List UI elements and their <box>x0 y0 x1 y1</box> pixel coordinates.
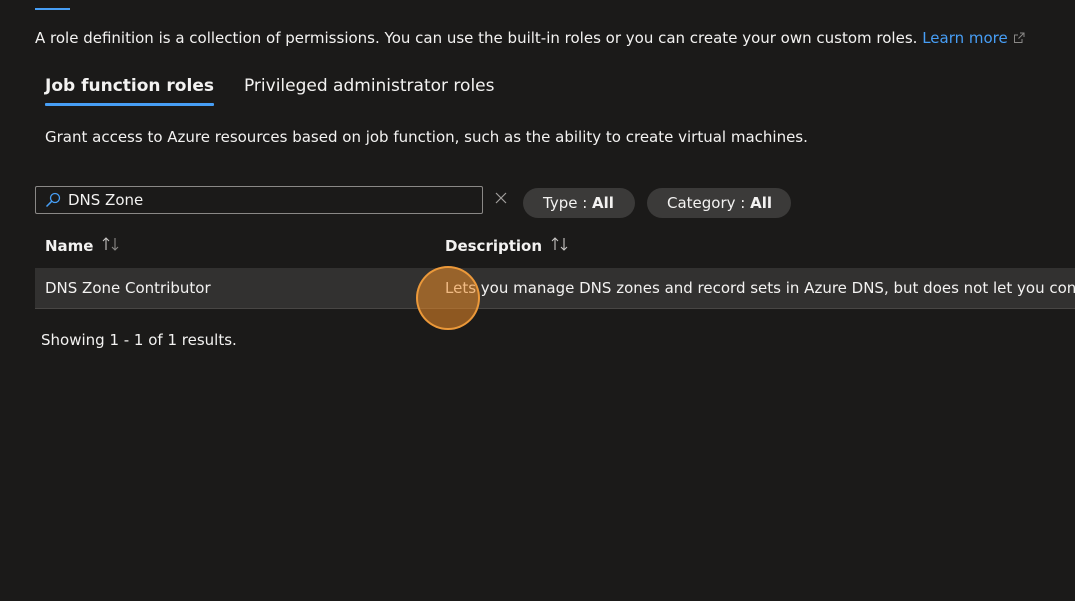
clear-search-button[interactable] <box>493 190 509 206</box>
sort-icon <box>101 236 121 256</box>
tab-privileged-administrator-roles[interactable]: Privileged administrator roles <box>244 74 495 106</box>
top-tab-indicator <box>35 8 70 10</box>
intro-text: A role definition is a collection of per… <box>35 28 1025 49</box>
sort-icon <box>550 236 570 256</box>
category-filter-pill[interactable]: Category : All <box>647 188 791 218</box>
intro-description: A role definition is a collection of per… <box>35 29 918 47</box>
role-description-cell: Lets you manage DNS zones and record set… <box>445 279 1075 297</box>
type-filter-value: All <box>592 194 614 212</box>
table-header: Name Description <box>35 236 1075 260</box>
close-icon <box>493 191 509 210</box>
column-header-description[interactable]: Description <box>445 236 570 256</box>
column-header-description-label: Description <box>445 237 543 255</box>
category-filter-value: All <box>750 194 773 212</box>
learn-more-label[interactable]: Learn more <box>922 29 1008 47</box>
table-row[interactable]: DNS Zone Contributor Lets you manage DNS… <box>35 268 1075 309</box>
type-filter-label: Type : <box>543 194 593 212</box>
category-filter-label: Category : <box>667 194 751 212</box>
tab-description: Grant access to Azure resources based on… <box>45 128 808 146</box>
column-header-name-label: Name <box>45 237 94 255</box>
role-name-cell[interactable]: DNS Zone Contributor <box>45 268 211 308</box>
external-link-icon <box>1013 29 1025 49</box>
search-box <box>35 186 483 214</box>
search-icon <box>42 189 64 211</box>
column-header-name[interactable]: Name <box>45 236 121 256</box>
results-count: Showing 1 - 1 of 1 results. <box>41 331 237 349</box>
type-filter-pill[interactable]: Type : All <box>523 188 635 218</box>
tab-job-function-roles[interactable]: Job function roles <box>45 74 214 106</box>
learn-more-link[interactable]: Learn more <box>922 29 1025 47</box>
page: A role definition is a collection of per… <box>0 0 1075 601</box>
search-input[interactable] <box>64 191 482 209</box>
role-tabs: Job function roles Privileged administra… <box>45 74 494 106</box>
